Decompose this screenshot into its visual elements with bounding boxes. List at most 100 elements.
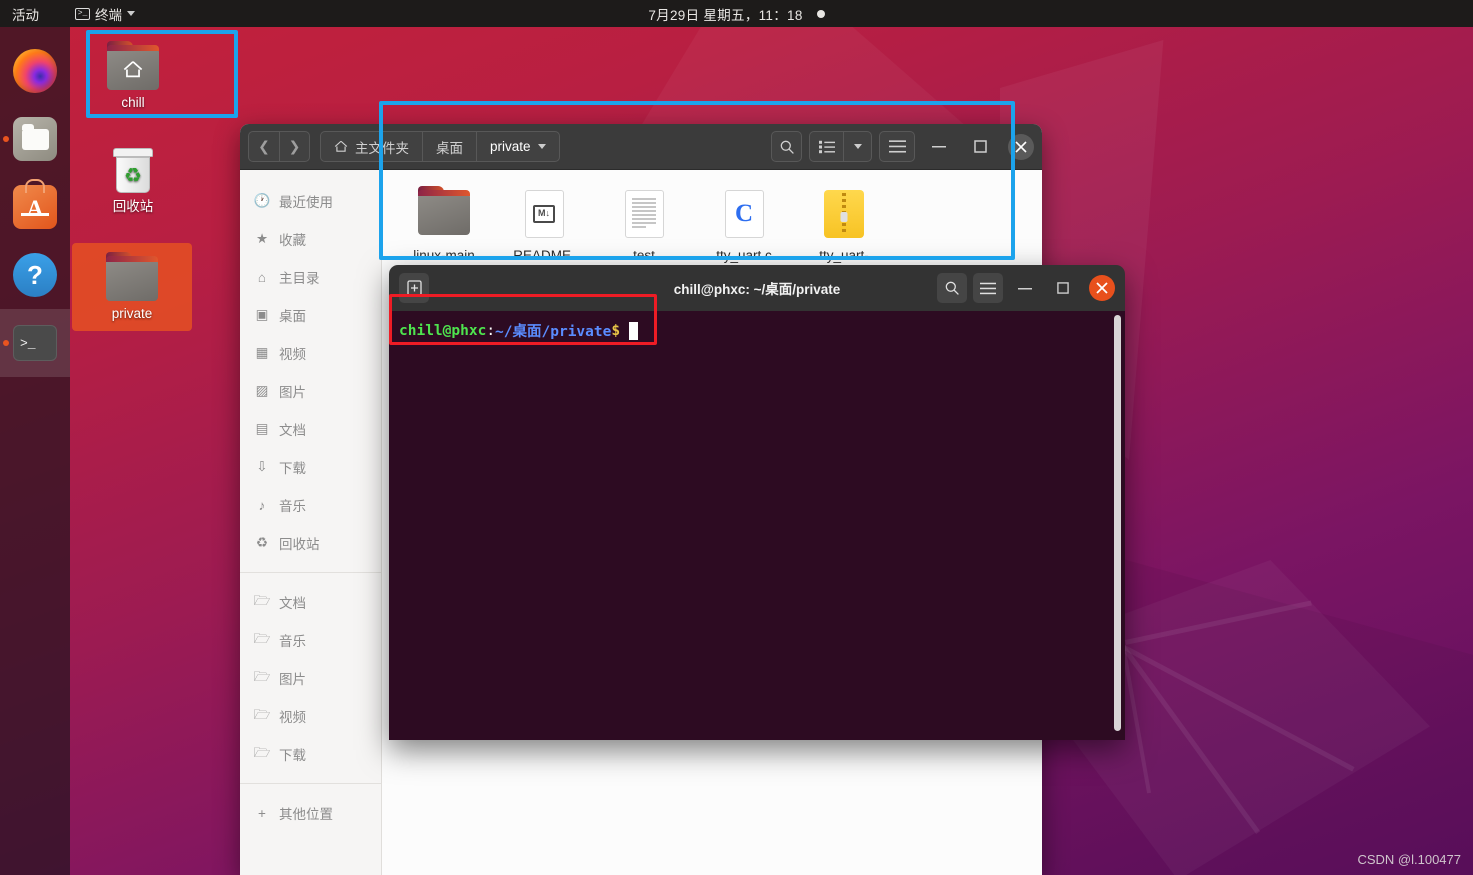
terminal-menu-button[interactable] [973,273,1003,303]
sidebar-item-label: 收藏 [279,233,306,248]
sidebar-item-documents[interactable]: ▤ 文档 [240,410,381,448]
image-icon: ▨ [255,383,269,398]
download-icon: ⇩ [256,459,268,474]
clock-menu[interactable]: 7月29日 星期五，11：18 [0,4,1473,24]
sidebar-item-other-locations[interactable]: + 其他位置 [240,794,381,832]
breadcrumb-label: 主文件夹 [355,140,409,156]
breadcrumb-home[interactable]: 主文件夹 [320,131,422,162]
sidebar-divider [240,572,381,573]
markdown-file-icon: M↓ [494,186,594,242]
sidebar-item-videos[interactable]: ▦ 视频 [240,334,381,372]
file-manager-sidebar: 🕐 最近使用 ★ 收藏 ⌂ 主目录 ▣ 桌面 ▦ 视频 ▨ 图片 ▤ 文档 ⇩ … [240,170,382,875]
software-icon: A [13,185,57,229]
terminal-prompt-line: chill@phxc: ~/桌面/private $ [399,320,1115,341]
terminal-icon: >_ [13,325,57,361]
prompt-path: ~/桌面/private [495,324,612,340]
sidebar-bookmark-downloads[interactable]: 🗁 下载 [240,735,381,773]
sidebar-item-home[interactable]: ⌂ 主目录 [240,258,381,296]
terminal-minimize-button[interactable] [1009,272,1041,304]
view-options-dropdown[interactable] [843,131,872,162]
sidebar-item-label: 视频 [279,710,306,725]
sidebar-item-desktop[interactable]: ▣ 桌面 [240,296,381,334]
files-icon [13,117,57,161]
wallpaper-ray [1121,645,1152,794]
top-bar: 活动 >_ 终端 7月29日 星期五，11：18 [0,0,1473,27]
breadcrumb-desktop[interactable]: 桌面 [422,131,476,162]
sidebar-item-starred[interactable]: ★ 收藏 [240,220,381,258]
sidebar-item-label: 回收站 [279,537,320,552]
clock-label: 7月29日 星期五，11：18 [648,7,803,23]
sidebar-item-label: 图片 [279,385,306,400]
sidebar-item-label: 下载 [279,461,306,476]
dock-item-ubuntu-software[interactable]: A [0,173,70,241]
desktop-icon-private[interactable]: private [72,243,192,331]
terminal-search-button[interactable] [937,273,967,303]
search-button[interactable] [771,131,802,162]
desktop-icon-trash[interactable]: ♻ 回收站 [85,142,181,215]
new-tab-icon [406,280,422,296]
nav-buttons: ❮ ❯ [248,131,310,162]
minimize-button[interactable] [922,130,956,164]
document-icon: ▤ [255,421,269,436]
sidebar-bookmark-pictures[interactable]: 🗁 图片 [240,659,381,697]
sidebar-item-label: 文档 [279,596,306,611]
forward-button[interactable]: ❯ [279,131,310,162]
sidebar-divider [240,783,381,784]
dock: A ? >_ [0,27,70,875]
sidebar-item-label: 音乐 [279,499,306,514]
home-icon [334,140,348,152]
sidebar-bookmark-music[interactable]: 🗁 音乐 [240,621,381,659]
desktop-icon-label: private [111,306,153,321]
terminal-titlebar[interactable]: chill@phxc: ~/桌面/private [389,265,1125,311]
terminal-scrollbar[interactable] [1114,315,1121,731]
folder-icon: 🗁 [253,744,271,760]
prompt-user-host: chill@phxc [399,322,487,339]
back-button[interactable]: ❮ [248,131,279,162]
close-button[interactable] [1008,133,1034,160]
sidebar-item-trash[interactable]: ♻ 回收站 [240,524,381,562]
dock-item-help[interactable]: ? [0,241,70,309]
file-name: tty_uart.c [716,248,772,263]
list-view-icon [818,140,835,153]
video-icon: ▦ [255,345,269,360]
sidebar-bookmark-documents[interactable]: 🗁 文档 [240,583,381,621]
search-icon [780,140,794,154]
sidebar-item-label: 图片 [279,672,306,687]
dock-item-terminal[interactable]: >_ [0,309,70,377]
hamburger-menu-icon [888,140,906,153]
wallpaper-ray [1125,600,1312,645]
desktop: 活动 >_ 终端 7月29日 星期五，11：18 A ? >_ chill ♻ … [0,0,1473,875]
star-icon: ★ [255,231,269,246]
main-menu-button[interactable] [879,131,915,162]
sidebar-item-label: 音乐 [279,634,306,649]
sidebar-item-downloads[interactable]: ⇩ 下载 [240,448,381,486]
list-view-button[interactable] [809,131,843,162]
sidebar-bookmark-videos[interactable]: 🗁 视频 [240,697,381,735]
sidebar-item-music[interactable]: ♪ 音乐 [240,486,381,524]
desktop-icon-label: 回收站 [112,199,154,214]
breadcrumb-private[interactable]: private [476,131,560,162]
minimize-icon [1018,287,1032,289]
desktop-icon: ▣ [255,307,269,322]
terminal-close-button[interactable] [1089,275,1115,301]
sidebar-item-label: 视频 [279,347,306,362]
sidebar-item-recent[interactable]: 🕐 最近使用 [240,182,381,220]
file-manager-titlebar[interactable]: ❮ ❯ 主文件夹 桌面 private [240,124,1042,170]
help-icon: ? [13,253,57,297]
text-file-icon [594,186,694,242]
desktop-icon-label: chill [121,95,145,110]
desktop-icon-chill[interactable]: chill [85,38,181,111]
clock-icon: 🕐 [253,193,271,208]
folder-icon [394,186,494,242]
dock-item-files[interactable] [0,105,70,173]
new-tab-button[interactable] [399,273,429,303]
close-icon [1015,140,1027,153]
terminal-maximize-button[interactable] [1047,272,1079,304]
maximize-button[interactable] [963,130,997,164]
dock-item-firefox[interactable] [0,37,70,105]
sidebar-item-pictures[interactable]: ▨ 图片 [240,372,381,410]
folder-icon: 🗁 [253,706,271,722]
sidebar-item-label: 主目录 [279,271,320,286]
terminal-body[interactable]: chill@phxc: ~/桌面/private $ [389,311,1125,740]
maximize-icon [1057,282,1069,294]
